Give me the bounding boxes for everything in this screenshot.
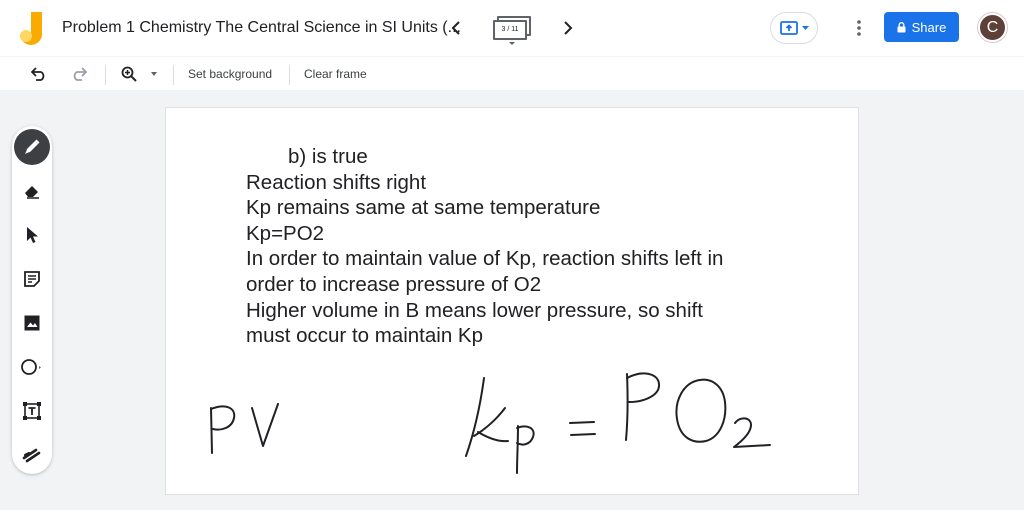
pen-icon — [25, 139, 40, 154]
previous-frame-button[interactable] — [446, 14, 466, 42]
more-options-button[interactable] — [850, 14, 868, 42]
toolbar-divider — [289, 65, 290, 85]
image-tool[interactable] — [14, 305, 50, 341]
shape-tool[interactable] — [14, 349, 50, 385]
present-button[interactable] — [770, 12, 818, 44]
handwritten-ink — [210, 372, 771, 474]
circle-icon — [21, 359, 41, 375]
zoom-in-icon — [121, 66, 137, 82]
caret-down-icon — [801, 25, 809, 30]
jamboard-logo — [20, 12, 42, 46]
select-tool[interactable] — [14, 217, 50, 253]
set-background-button[interactable]: Set background — [188, 67, 272, 81]
present-icon — [779, 21, 798, 35]
lock-icon — [897, 21, 906, 32]
share-label: Share — [911, 19, 947, 35]
eraser-icon — [25, 186, 39, 199]
frame-bar-toggle[interactable]: 3 / 11 — [490, 14, 534, 45]
next-frame-button[interactable] — [558, 14, 578, 42]
redo-icon — [73, 67, 87, 81]
undo-icon — [31, 67, 45, 81]
text-box-icon — [23, 402, 41, 420]
account-avatar[interactable]: C — [978, 13, 1007, 42]
chevron-right-icon — [564, 21, 573, 35]
undo-button[interactable] — [26, 61, 52, 87]
cursor-arrow-icon — [27, 227, 38, 243]
toolbar-divider — [105, 65, 106, 85]
pen-tool[interactable] — [14, 129, 50, 165]
sticky-note-tool[interactable] — [14, 261, 50, 297]
frame-counter: 3 / 11 — [493, 20, 527, 40]
share-button[interactable]: Share — [884, 12, 959, 42]
chevron-down-icon — [509, 42, 515, 45]
toolbar-divider — [173, 65, 174, 85]
laser-tool[interactable] — [14, 437, 50, 473]
zoom-dropdown-icon[interactable] — [151, 72, 157, 76]
text-box-tool[interactable] — [14, 393, 50, 429]
eraser-tool[interactable] — [14, 173, 50, 209]
more-vert-icon — [857, 20, 861, 36]
clear-frame-button[interactable]: Clear frame — [304, 67, 367, 81]
sticky-note-icon — [24, 271, 40, 287]
chevron-left-icon — [451, 21, 460, 35]
top-bar: Problem 1 Chemistry The Central Science … — [0, 0, 1024, 56]
zoom-button[interactable] — [116, 61, 142, 87]
whiteboard-canvas[interactable]: b) is true Reaction shifts right Kp rema… — [166, 108, 858, 494]
redo-button[interactable] — [66, 61, 92, 87]
image-icon — [24, 315, 40, 331]
laser-pointer-icon — [22, 448, 41, 463]
tool-palette — [12, 126, 52, 474]
document-title[interactable]: Problem 1 Chemistry The Central Science … — [62, 19, 461, 37]
edit-toolbar: Set background Clear frame — [0, 56, 1024, 90]
